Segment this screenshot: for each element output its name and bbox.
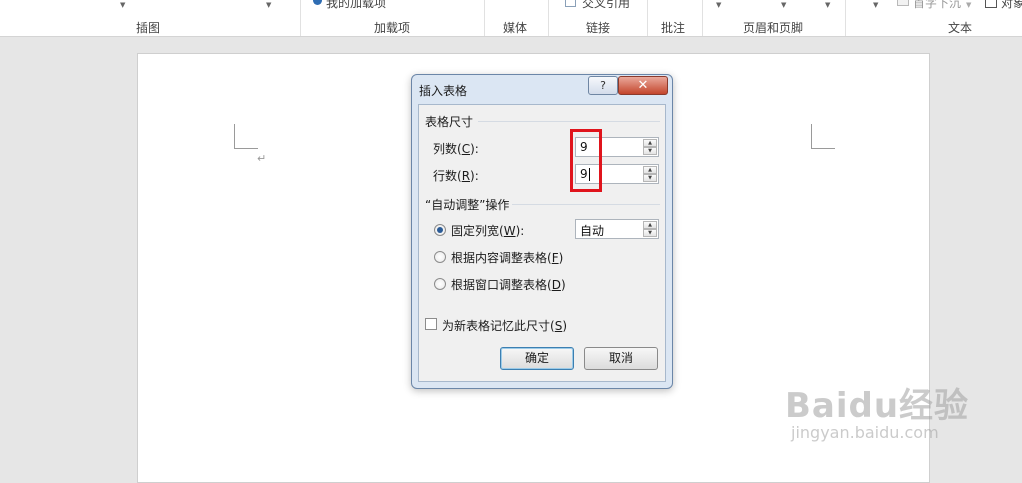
fixed-width-radio[interactable]: [434, 224, 446, 236]
rows-down-icon[interactable]: ▼: [643, 174, 657, 182]
group-label-media: 媒体: [503, 21, 528, 35]
dropdown-arrow-icon[interactable]: ▼: [781, 1, 786, 9]
crop-mark-left-horizontal: [234, 148, 258, 149]
close-button[interactable]: ✕: [618, 76, 668, 95]
group-separator: [647, 0, 648, 36]
dropdown-arrow-icon[interactable]: ▼: [120, 1, 125, 9]
cancel-button[interactable]: 取消: [584, 347, 658, 370]
fixed-width-label: 固定列宽(W):: [451, 224, 525, 238]
autofit-content-label: 根据内容调整表格(F): [451, 251, 564, 265]
dropdown-arrow-icon[interactable]: ▼: [716, 1, 721, 9]
remember-size-checkbox[interactable]: [425, 318, 437, 330]
cross-reference-icon: [565, 0, 576, 7]
group-label-illustrations: 插图: [136, 21, 161, 35]
rows-up-icon[interactable]: ▲: [643, 166, 657, 174]
table-size-header: 表格尺寸: [425, 115, 474, 129]
group-label-addins: 加载项: [374, 21, 411, 35]
section-divider: [512, 204, 660, 205]
rows-label: 行数(R):: [433, 169, 479, 183]
autofit-window-radio[interactable]: [434, 278, 446, 290]
watermark-logo: Baidu经验: [785, 386, 970, 426]
dropdown-arrow-icon[interactable]: ▼: [966, 1, 971, 9]
dropdown-arrow-icon[interactable]: ▼: [825, 1, 830, 9]
group-label-text: 文本: [948, 21, 973, 35]
crop-mark-left-vertical: [234, 124, 235, 148]
group-label-links: 链接: [586, 21, 611, 35]
group-separator: [845, 0, 846, 36]
remember-size-label: 为新表格记忆此尺寸(S): [442, 319, 567, 333]
columns-down-icon[interactable]: ▼: [643, 147, 657, 155]
dropdown-arrow-icon[interactable]: ▼: [266, 1, 271, 9]
autofit-window-label: 根据窗口调整表格(D): [451, 278, 566, 292]
dropcap-icon: [897, 0, 909, 6]
object-checkbox-icon[interactable]: [985, 0, 997, 8]
store-button[interactable]: 我的加载项: [326, 0, 386, 11]
fixed-width-up-icon[interactable]: ▲: [643, 221, 657, 229]
section-divider: [478, 121, 660, 122]
fixed-width-down-icon[interactable]: ▼: [643, 229, 657, 237]
group-separator: [484, 0, 485, 36]
group-separator: [702, 0, 703, 36]
ribbon: ▼ ▼ 我的加载项 交叉引用 ▼ ▼ ▼ ▼ 首字下沉 ▼ 对象 插图 加载项 …: [0, 0, 1022, 37]
group-label-comments: 批注: [661, 21, 686, 35]
crop-mark-right-vertical: [811, 124, 812, 148]
object-button[interactable]: 对象: [1001, 0, 1022, 11]
store-icon: [313, 0, 322, 5]
fixed-width-value: 自动: [580, 224, 605, 238]
autofit-header: “自动调整”操作: [425, 198, 510, 212]
help-button[interactable]: ?: [588, 76, 618, 95]
red-highlight-box: [570, 129, 602, 192]
fixed-width-spinner[interactable]: 自动 ▲ ▼: [575, 219, 659, 239]
columns-label: 列数(C):: [433, 142, 479, 156]
ok-button[interactable]: 确定: [500, 347, 574, 370]
cross-reference-button[interactable]: 交叉引用: [582, 0, 630, 11]
group-label-header-footer: 页眉和页脚: [743, 21, 804, 35]
dropdown-arrow-icon[interactable]: ▼: [873, 1, 878, 9]
dropcap-button[interactable]: 首字下沉: [913, 0, 961, 11]
paragraph-mark: ↵: [257, 152, 267, 165]
crop-mark-right-horizontal: [811, 148, 835, 149]
watermark: Baidu经验 jingyan.baidu.com: [785, 378, 969, 442]
dialog-title: 插入表格: [419, 84, 468, 98]
autofit-content-radio[interactable]: [434, 251, 446, 263]
group-separator: [300, 0, 301, 36]
group-separator: [548, 0, 549, 36]
columns-up-icon[interactable]: ▲: [643, 139, 657, 147]
